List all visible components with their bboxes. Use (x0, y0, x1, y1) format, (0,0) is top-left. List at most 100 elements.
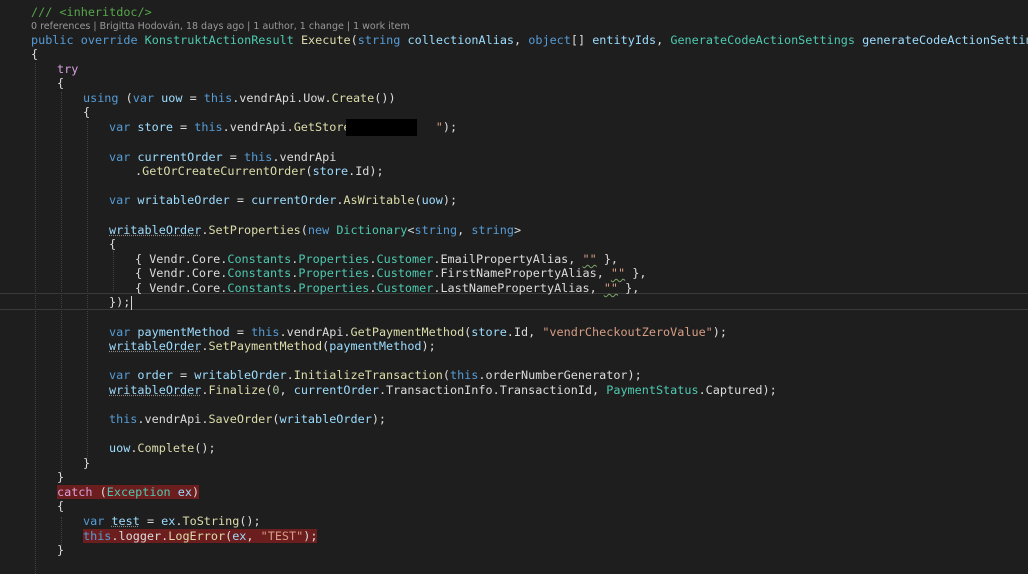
code-token: = (229, 325, 252, 339)
type-name: Customer (376, 252, 434, 266)
brace: { (83, 105, 91, 119)
code-line: } (57, 543, 64, 558)
code-token: .LastNamePropertyAlias, (433, 281, 604, 295)
code-token: .vendrApi. (279, 325, 351, 339)
string-literal: " (435, 120, 443, 134)
keyword: var (109, 150, 131, 164)
code-token: .orderNumberGenerator); (478, 368, 642, 382)
breakpoint-highlight[interactable]: this.logger.LogError(ex, "TEST"); (83, 529, 318, 543)
type-name: Properties (298, 281, 370, 295)
code-line: try (57, 62, 78, 77)
code-token: .vendrApi. (137, 412, 209, 426)
keyword: var (109, 368, 131, 382)
code-token: ()) (374, 91, 396, 105)
code-token: (); (194, 441, 216, 455)
keyword: string (471, 223, 514, 237)
brace: { (109, 237, 117, 251)
code-token: (); (239, 514, 261, 528)
code-token: .FirstNamePropertyAlias, (433, 266, 611, 280)
keyword: new (307, 223, 330, 237)
redaction-box (346, 119, 417, 136)
code-line: { (31, 47, 38, 62)
method-name: SetPaymentMethod (208, 339, 323, 353)
code-token: . (369, 266, 377, 280)
code-token: .Id); (348, 164, 384, 178)
code-line: /// <inheritdoc/> (31, 5, 152, 20)
variable: ex (161, 514, 176, 528)
variable: currentOrder (251, 193, 337, 207)
code-token: , (457, 223, 472, 237)
keyword: var (109, 193, 131, 207)
code-token: .logger. (111, 529, 169, 543)
type-name: Customer (376, 281, 434, 295)
parameter: generateCodeActionSettings (862, 33, 1028, 47)
code-token: }, (625, 266, 647, 280)
variable: test (111, 514, 140, 528)
keyword: this (243, 150, 273, 164)
variable: writableOrder (137, 193, 230, 207)
code-token: = (229, 193, 252, 207)
code-token: ( (350, 33, 358, 47)
code-line: { (83, 105, 90, 120)
brace: } (57, 470, 65, 484)
code-token: { Vendr.Core. (135, 266, 228, 280)
code-line: .GetOrCreateCurrentOrder(store.Id); (135, 164, 384, 179)
variable: ex (177, 485, 192, 499)
keyword: string (357, 33, 401, 47)
code-token: = (172, 368, 195, 382)
code-token: .Id, (506, 325, 543, 339)
code-line: public override KonstruktActionResult Ex… (31, 33, 1028, 48)
string-literal: "vendrCheckoutZeroValue" (542, 325, 713, 339)
code-line: var currentOrder = this.vendrApi (109, 150, 336, 165)
method-name: Create (331, 91, 375, 105)
brace: { (57, 76, 65, 90)
variable: paymentMethod (137, 325, 230, 339)
keyword: this (109, 412, 138, 426)
code-line: catch (Exception ex) (57, 485, 200, 500)
code-token: ); (371, 412, 387, 426)
type-name: Exception (106, 485, 171, 499)
code-line: { Vendr.Core.Constants.Properties.Custom… (135, 281, 639, 296)
code-token: .Captured); (698, 383, 777, 397)
code-token: ); (442, 120, 458, 134)
code-token: .EmailPropertyAlias, (433, 252, 583, 266)
codelens[interactable]: 0 references | Brigitta Hodován, 18 days… (31, 20, 410, 33)
indent-guide (87, 121, 88, 458)
code-token: .vendrApi.Uow. (232, 91, 332, 105)
code-line: var test = ex.ToString(); (83, 514, 261, 529)
code-editor[interactable]: /// <inheritdoc/> 0 references | Brigitt… (0, 0, 1028, 574)
code-token: }, (618, 281, 640, 295)
variable: writableOrder (109, 339, 202, 353)
variable: order (137, 368, 173, 382)
keyword: catch (57, 485, 93, 499)
code-line: this.vendrApi.SaveOrder(writableOrder); (109, 412, 386, 427)
code-line: { (57, 499, 64, 514)
code-token: , (246, 529, 261, 543)
type-name: GenerateCodeActionSettings (670, 33, 856, 47)
code-token: = (139, 514, 162, 528)
variable: writableOrder (109, 383, 202, 397)
keyword: this (203, 91, 233, 105)
doc-comment: /// <inheritdoc/> (31, 5, 152, 19)
string-literal: "" (610, 266, 626, 280)
method-name: Complete (137, 441, 195, 455)
method-name: GetPaymentMethod (350, 325, 465, 339)
keyword: public (31, 33, 74, 47)
breakpoint-highlight[interactable]: catch (Exception ex) (57, 485, 200, 499)
string-literal: "" (603, 281, 619, 295)
brace: }); (109, 295, 131, 309)
code-token: = (172, 120, 195, 134)
variable: uow (421, 193, 443, 207)
keyword: this (194, 120, 223, 134)
indent-guide (61, 92, 62, 472)
code-token: ); (421, 339, 436, 353)
keyword: this (251, 325, 280, 339)
method-name: GetOrCreateCurrentOrder (142, 164, 306, 178)
keyword: string (414, 223, 458, 237)
keyword: override (80, 33, 138, 47)
code-token: = (222, 150, 244, 164)
code-token: ( (442, 368, 450, 382)
code-token: .TransactionInfo.TransactionId, (378, 383, 607, 397)
